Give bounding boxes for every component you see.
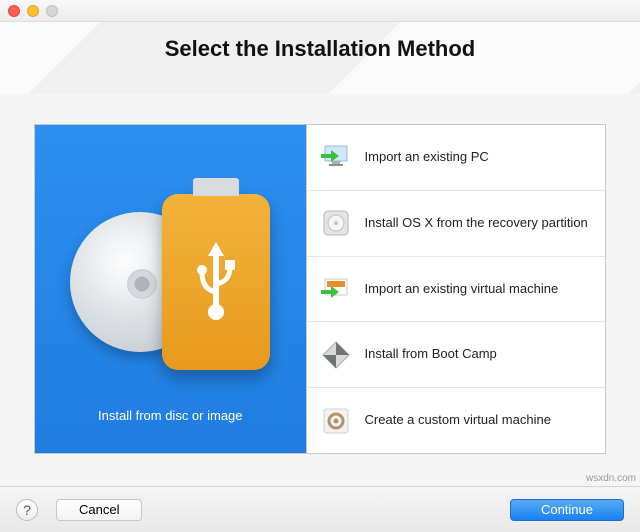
close-window-icon[interactable] <box>8 5 20 17</box>
option-label: Import an existing PC <box>365 149 489 166</box>
cancel-button[interactable]: Cancel <box>56 499 142 521</box>
option-install-osx-recovery[interactable]: Install OS X from the recovery partition <box>307 191 605 257</box>
option-list: Import an existing PC Install OS X from … <box>307 124 606 454</box>
option-install-boot-camp[interactable]: Install from Boot Camp <box>307 322 605 388</box>
bootcamp-icon <box>319 338 353 372</box>
option-label: Import an existing virtual machine <box>365 281 559 298</box>
monitor-arrow-icon <box>319 140 353 174</box>
option-label: Install from Boot Camp <box>365 346 497 363</box>
gear-circle-icon <box>319 404 353 438</box>
option-install-from-disc-or-image[interactable]: Install from disc or image <box>34 124 307 454</box>
usb-drive-icon <box>162 194 270 370</box>
option-label: Install OS X from the recovery partition <box>365 215 588 232</box>
maximize-window-icon <box>46 5 58 17</box>
option-import-existing-vm[interactable]: Import an existing virtual machine <box>307 257 605 323</box>
option-label: Create a custom virtual machine <box>365 412 551 429</box>
window-titlebar <box>0 0 640 22</box>
help-button[interactable]: ? <box>16 499 38 521</box>
page-title: Select the Installation Method <box>165 36 475 62</box>
watermark: wsxdn.com <box>586 473 636 484</box>
minimize-window-icon[interactable] <box>27 5 39 17</box>
disk-icon <box>319 206 353 240</box>
option-create-custom-vm[interactable]: Create a custom virtual machine <box>307 388 605 453</box>
selected-option-label: Install from disc or image <box>98 408 243 423</box>
footer-bar: ? Cancel Continue <box>0 486 640 532</box>
header: Select the Installation Method <box>0 22 640 94</box>
disc-usb-art <box>70 194 270 384</box>
continue-button[interactable]: Continue <box>510 499 624 521</box>
content-area: Install from disc or image Import an exi… <box>0 94 640 454</box>
option-import-existing-pc[interactable]: Import an existing PC <box>307 125 605 191</box>
vm-arrow-icon <box>319 272 353 306</box>
